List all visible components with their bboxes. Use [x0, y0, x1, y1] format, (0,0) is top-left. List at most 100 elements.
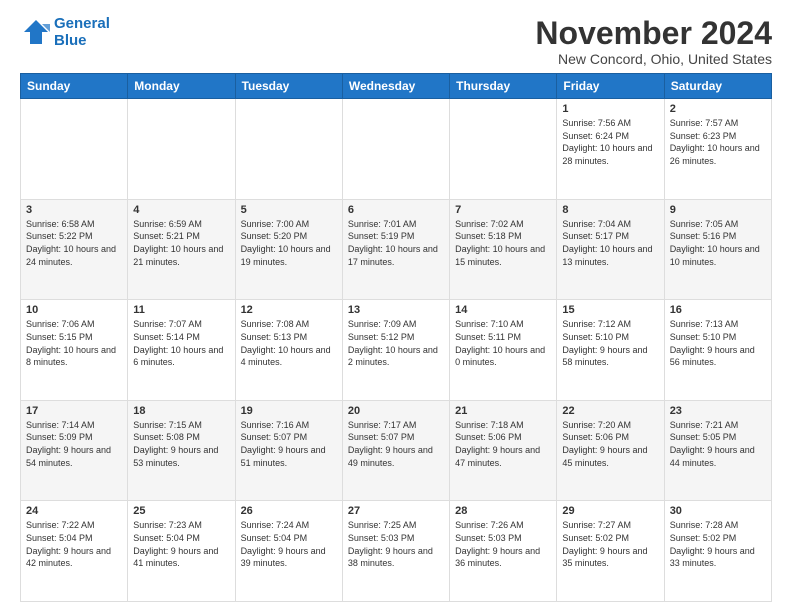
- calendar-week-row: 1Sunrise: 7:56 AM Sunset: 6:24 PM Daylig…: [21, 99, 772, 200]
- day-number: 25: [133, 505, 229, 517]
- calendar-cell: 6Sunrise: 7:01 AM Sunset: 5:19 PM Daylig…: [342, 199, 449, 300]
- day-info: Sunrise: 7:07 AM Sunset: 5:14 PM Dayligh…: [133, 318, 229, 368]
- day-number: 28: [455, 505, 551, 517]
- calendar-cell: 4 Sunrise: 6:59 AM Sunset: 5:21 PM Daylig…: [128, 199, 235, 300]
- day-info: Sunrise: 6:59 AM Sunset: 5:21 PM Dayligh…: [133, 218, 229, 268]
- calendar-header-row: SundayMondayTuesdayWednesdayThursdayFrid…: [21, 74, 772, 99]
- calendar-cell: 7 Sunrise: 7:02 AM Sunset: 5:18 PM Daylig…: [450, 199, 557, 300]
- calendar-cell: 25 Sunrise: 7:23 AM Sunset: 5:04 PM Dayli…: [128, 501, 235, 602]
- day-number: 16: [670, 304, 766, 316]
- calendar-day-header: Wednesday: [342, 74, 449, 99]
- calendar-cell: 15 Sunrise: 7:12 AM Sunset: 5:10 PM Dayli…: [557, 300, 664, 401]
- calendar-cell: 3 Sunrise: 6:58 AM Sunset: 5:22 PM Daylig…: [21, 199, 128, 300]
- day-info: Sunrise: 7:56 AM Sunset: 6:24 PM Dayligh…: [562, 117, 658, 167]
- day-info: Sunrise: 7:06 AM Sunset: 5:15 PM Dayligh…: [26, 318, 122, 368]
- day-info: Sunrise: 7:13 AM Sunset: 5:10 PM Dayligh…: [670, 318, 766, 368]
- calendar-cell: [128, 99, 235, 200]
- calendar-cell: 27 Sunrise: 7:25 AM Sunset: 5:03 PM Dayli…: [342, 501, 449, 602]
- calendar-cell: 1Sunrise: 7:56 AM Sunset: 6:24 PM Daylig…: [557, 99, 664, 200]
- calendar-cell: 11 Sunrise: 7:07 AM Sunset: 5:14 PM Dayli…: [128, 300, 235, 401]
- calendar-cell: 2 Sunrise: 7:57 AM Sunset: 6:23 PM Daylig…: [664, 99, 771, 200]
- day-number: 7: [455, 204, 551, 216]
- calendar-cell: 17 Sunrise: 7:14 AM Sunset: 5:09 PM Dayli…: [21, 400, 128, 501]
- day-number: 4: [133, 204, 229, 216]
- day-info: Sunrise: 7:25 AM Sunset: 5:03 PM Dayligh…: [348, 519, 444, 569]
- calendar-week-row: 3 Sunrise: 6:58 AM Sunset: 5:22 PM Daylig…: [21, 199, 772, 300]
- day-info: Sunrise: 7:23 AM Sunset: 5:04 PM Dayligh…: [133, 519, 229, 569]
- title-block: November 2024 New Concord, Ohio, United …: [535, 16, 772, 67]
- logo-line2: Blue: [54, 32, 87, 49]
- day-number: 12: [241, 304, 337, 316]
- calendar-week-row: 17 Sunrise: 7:14 AM Sunset: 5:09 PM Dayli…: [21, 400, 772, 501]
- calendar-cell: 12 Sunrise: 7:08 AM Sunset: 5:13 PM Dayli…: [235, 300, 342, 401]
- day-info: Sunrise: 7:12 AM Sunset: 5:10 PM Dayligh…: [562, 318, 658, 368]
- day-info: Sunrise: 7:26 AM Sunset: 5:03 PM Dayligh…: [455, 519, 551, 569]
- calendar-cell: 23 Sunrise: 7:21 AM Sunset: 5:05 PM Dayli…: [664, 400, 771, 501]
- day-number: 22: [562, 405, 658, 417]
- calendar-cell: 22 Sunrise: 7:20 AM Sunset: 5:06 PM Dayli…: [557, 400, 664, 501]
- day-info: Sunrise: 7:10 AM Sunset: 5:11 PM Dayligh…: [455, 318, 551, 368]
- calendar-day-header: Thursday: [450, 74, 557, 99]
- day-info: Sunrise: 7:17 AM Sunset: 5:07 PM Dayligh…: [348, 419, 444, 469]
- day-info: Sunrise: 7:18 AM Sunset: 5:06 PM Dayligh…: [455, 419, 551, 469]
- day-number: 29: [562, 505, 658, 517]
- day-info: Sunrise: 7:16 AM Sunset: 5:07 PM Dayligh…: [241, 419, 337, 469]
- day-info: Sunrise: 7:27 AM Sunset: 5:02 PM Dayligh…: [562, 519, 658, 569]
- day-info: Sunrise: 7:14 AM Sunset: 5:09 PM Dayligh…: [26, 419, 122, 469]
- day-info: Sunrise: 7:57 AM Sunset: 6:23 PM Dayligh…: [670, 117, 766, 167]
- day-info: Sunrise: 7:22 AM Sunset: 5:04 PM Dayligh…: [26, 519, 122, 569]
- day-number: 5: [241, 204, 337, 216]
- calendar-cell: [21, 99, 128, 200]
- day-info: Sunrise: 6:58 AM Sunset: 5:22 PM Dayligh…: [26, 218, 122, 268]
- calendar-cell: 28 Sunrise: 7:26 AM Sunset: 5:03 PM Dayli…: [450, 501, 557, 602]
- day-number: 30: [670, 505, 766, 517]
- calendar: SundayMondayTuesdayWednesdayThursdayFrid…: [20, 73, 772, 602]
- calendar-week-row: 10 Sunrise: 7:06 AM Sunset: 5:15 PM Dayli…: [21, 300, 772, 401]
- day-number: 2: [670, 103, 766, 115]
- day-info: Sunrise: 7:04 AM Sunset: 5:17 PM Dayligh…: [562, 218, 658, 268]
- calendar-day-header: Monday: [128, 74, 235, 99]
- calendar-cell: [342, 99, 449, 200]
- calendar-cell: 26 Sunrise: 7:24 AM Sunset: 5:04 PM Dayli…: [235, 501, 342, 602]
- day-number: 26: [241, 505, 337, 517]
- day-info: Sunrise: 7:21 AM Sunset: 5:05 PM Dayligh…: [670, 419, 766, 469]
- day-number: 21: [455, 405, 551, 417]
- calendar-cell: 20Sunrise: 7:17 AM Sunset: 5:07 PM Dayli…: [342, 400, 449, 501]
- calendar-cell: 8 Sunrise: 7:04 AM Sunset: 5:17 PM Daylig…: [557, 199, 664, 300]
- logo: General Blue: [20, 16, 110, 49]
- logo-line1: General: [54, 15, 110, 32]
- day-number: 23: [670, 405, 766, 417]
- calendar-day-header: Tuesday: [235, 74, 342, 99]
- day-number: 9: [670, 204, 766, 216]
- day-info: Sunrise: 7:20 AM Sunset: 5:06 PM Dayligh…: [562, 419, 658, 469]
- day-number: 17: [26, 405, 122, 417]
- logo-icon: [20, 18, 50, 48]
- day-number: 8: [562, 204, 658, 216]
- calendar-day-header: Friday: [557, 74, 664, 99]
- calendar-cell: 30 Sunrise: 7:28 AM Sunset: 5:02 PM Dayli…: [664, 501, 771, 602]
- day-number: 15: [562, 304, 658, 316]
- month-title: November 2024: [535, 16, 772, 51]
- page: General Blue November 2024 New Concord, …: [0, 0, 792, 612]
- day-number: 3: [26, 204, 122, 216]
- day-number: 10: [26, 304, 122, 316]
- header: General Blue November 2024 New Concord, …: [20, 16, 772, 67]
- day-info: Sunrise: 7:01 AM Sunset: 5:19 PM Dayligh…: [348, 218, 444, 268]
- day-info: Sunrise: 7:08 AM Sunset: 5:13 PM Dayligh…: [241, 318, 337, 368]
- location: New Concord, Ohio, United States: [535, 51, 772, 67]
- day-number: 11: [133, 304, 229, 316]
- day-number: 24: [26, 505, 122, 517]
- day-info: Sunrise: 7:02 AM Sunset: 5:18 PM Dayligh…: [455, 218, 551, 268]
- day-info: Sunrise: 7:09 AM Sunset: 5:12 PM Dayligh…: [348, 318, 444, 368]
- day-info: Sunrise: 7:00 AM Sunset: 5:20 PM Dayligh…: [241, 218, 337, 268]
- day-info: Sunrise: 7:24 AM Sunset: 5:04 PM Dayligh…: [241, 519, 337, 569]
- calendar-day-header: Sunday: [21, 74, 128, 99]
- calendar-cell: 29 Sunrise: 7:27 AM Sunset: 5:02 PM Dayli…: [557, 501, 664, 602]
- day-info: Sunrise: 7:15 AM Sunset: 5:08 PM Dayligh…: [133, 419, 229, 469]
- calendar-cell: 5 Sunrise: 7:00 AM Sunset: 5:20 PM Daylig…: [235, 199, 342, 300]
- day-number: 27: [348, 505, 444, 517]
- logo-text: General Blue: [54, 16, 110, 49]
- day-info: Sunrise: 7:28 AM Sunset: 5:02 PM Dayligh…: [670, 519, 766, 569]
- calendar-cell: [235, 99, 342, 200]
- calendar-cell: [450, 99, 557, 200]
